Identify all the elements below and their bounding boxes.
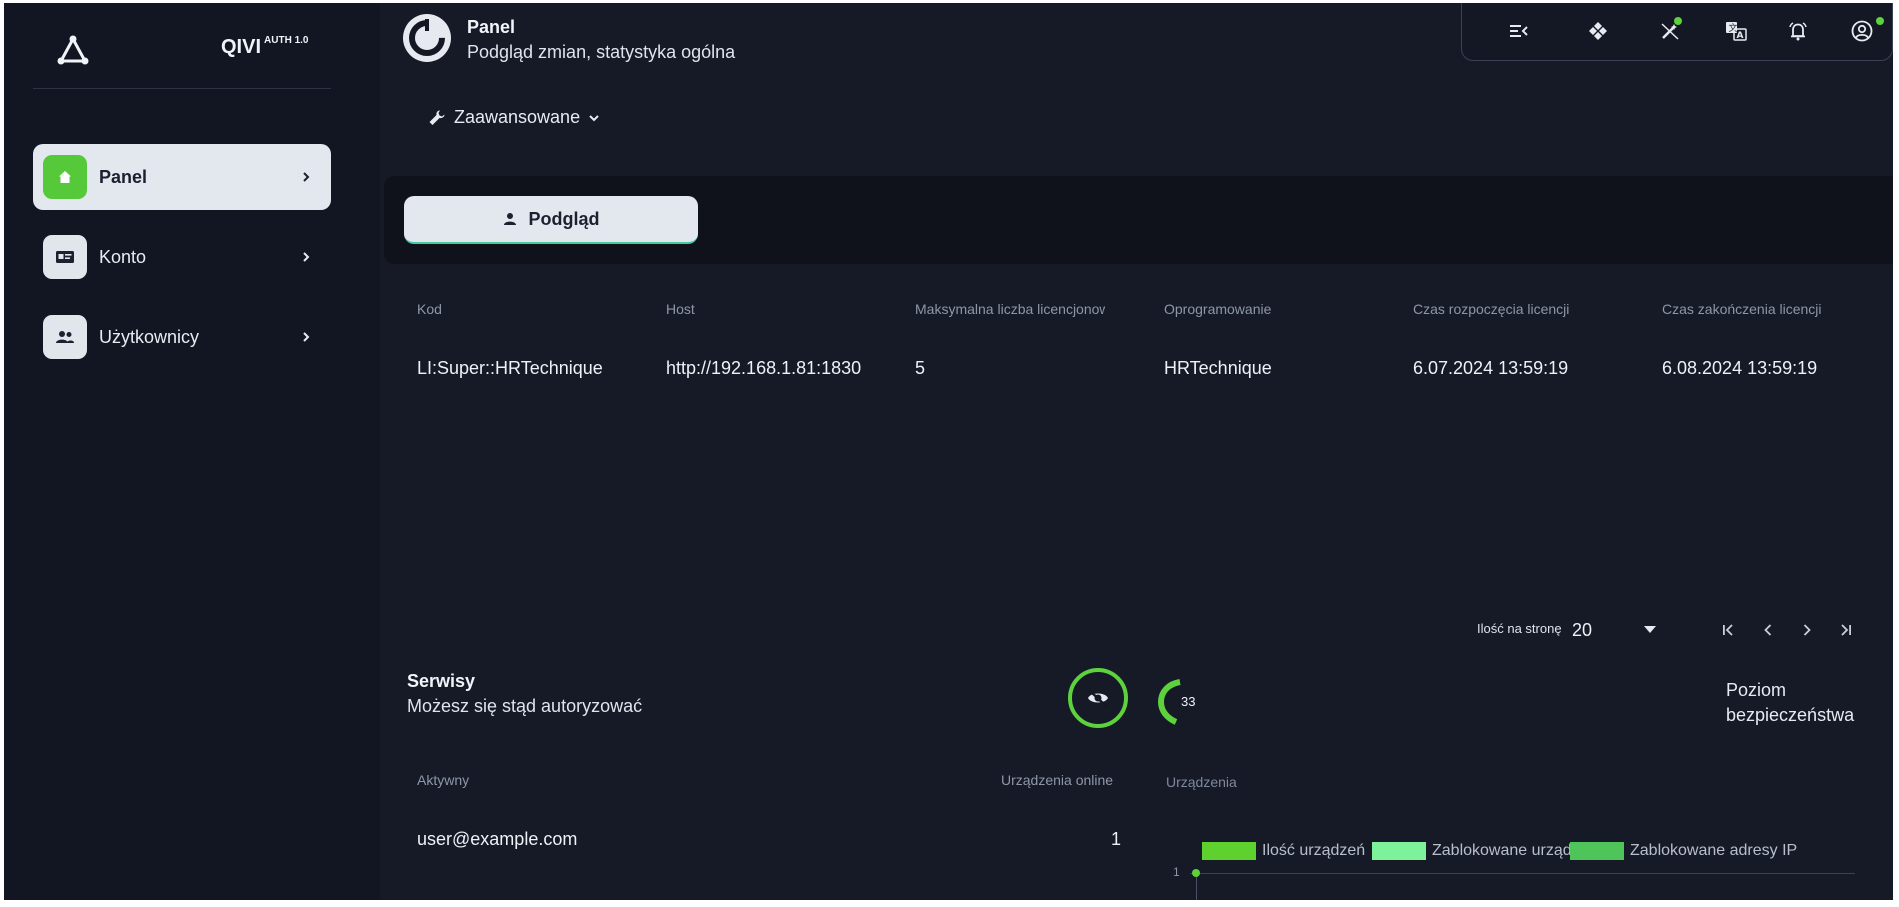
legend-label: Zablokowane adresy IP bbox=[1630, 842, 1798, 859]
security-ring-icon[interactable] bbox=[1067, 667, 1129, 729]
chevron-right-icon bbox=[303, 252, 310, 262]
tabs-bar: Podgląd bbox=[384, 176, 1893, 264]
gauge-value: 33 bbox=[1181, 694, 1196, 709]
legend-swatch bbox=[1570, 842, 1624, 860]
table-cell: LI:Super::HRTechnique bbox=[417, 358, 603, 378]
data-point bbox=[1192, 869, 1200, 877]
chevron-right-icon bbox=[303, 332, 310, 342]
table-cell: http://192.168.1.81:1830 bbox=[666, 358, 862, 378]
services-title: Serwisy bbox=[407, 671, 476, 691]
per-page-select[interactable]: 20 bbox=[1572, 617, 1656, 643]
legend-swatch bbox=[1202, 842, 1256, 860]
column-header[interactable]: Kod bbox=[417, 301, 637, 317]
page-subtitle: Podgląd zmian, statystyka ogólna bbox=[467, 42, 736, 62]
grid-line bbox=[1190, 873, 1855, 874]
legend-item[interactable]: Zablokowane adresy IP bbox=[1570, 842, 1797, 860]
sidebar-item-label: Użytkownicy bbox=[99, 326, 200, 347]
table-cell: 1 bbox=[1111, 829, 1122, 849]
page-title: Panel bbox=[467, 17, 516, 37]
sidebar-item-uzytkownicy[interactable]: Użytkownicy bbox=[33, 304, 331, 370]
app-window: QIVI AUTH 1.0 Panel Konto Użytkownicy Pa… bbox=[4, 3, 1893, 900]
svg-text:A: A bbox=[1737, 31, 1744, 41]
security-level-label: Poziom bezpieczeństwa bbox=[1726, 680, 1855, 725]
y-axis bbox=[1196, 873, 1197, 900]
menu-collapse-icon[interactable] bbox=[1506, 18, 1532, 44]
services-subtitle: Możesz się stąd autoryzować bbox=[407, 696, 643, 716]
advanced-dropdown[interactable]: Zaawansowane bbox=[428, 107, 600, 128]
diamond-grid-icon[interactable] bbox=[1585, 18, 1611, 44]
column-header[interactable]: Oprogramowanie bbox=[1164, 301, 1384, 317]
per-page-label: Ilość na stronę bbox=[1477, 621, 1562, 636]
brand-name: QIVI AUTH 1.0 bbox=[221, 35, 309, 58]
legend-label: Ilość urządzeń bbox=[1262, 842, 1366, 859]
first-page-icon[interactable] bbox=[1717, 619, 1739, 641]
column-header[interactable]: Aktywny bbox=[417, 772, 469, 788]
caret-down-icon bbox=[1644, 626, 1656, 633]
table-cell: 5 bbox=[915, 358, 926, 378]
next-page-icon[interactable] bbox=[1796, 619, 1818, 641]
prev-page-icon[interactable] bbox=[1757, 619, 1779, 641]
dashboard-gauge-icon bbox=[403, 14, 451, 62]
column-header[interactable]: Czas rozpoczęcia licencji bbox=[1413, 301, 1633, 317]
logo-icon[interactable] bbox=[54, 31, 92, 69]
tab-podglad[interactable]: Podgląd bbox=[404, 196, 698, 244]
table-cell: HRTechnique bbox=[1164, 358, 1272, 378]
translate-icon[interactable]: 文A bbox=[1723, 18, 1749, 44]
status-dot bbox=[1876, 17, 1884, 25]
home-icon bbox=[43, 155, 87, 199]
sidebar-item-label: Panel bbox=[99, 166, 148, 187]
per-page-value: 20 bbox=[1572, 619, 1593, 640]
sidebar-item-label: Konto bbox=[99, 246, 147, 267]
users-icon bbox=[43, 315, 87, 359]
chevron-right-icon bbox=[303, 172, 310, 182]
advanced-label: Zaawansowane bbox=[454, 107, 581, 127]
table-cell: user@example.com bbox=[417, 829, 578, 849]
table-cell: 6.08.2024 13:59:19 bbox=[1662, 358, 1818, 378]
sidebar-item-konto[interactable]: Konto bbox=[33, 224, 331, 290]
chevron-down-icon bbox=[589, 114, 599, 121]
top-toolbar: 文A bbox=[1461, 3, 1893, 61]
wrench-icon bbox=[429, 110, 445, 125]
sidebar-divider bbox=[33, 88, 331, 89]
y-tick-label: 1 bbox=[1173, 865, 1180, 879]
person-icon bbox=[503, 213, 516, 225]
status-dot bbox=[1674, 17, 1682, 25]
column-header[interactable]: Urządzenia online bbox=[1001, 772, 1113, 788]
legend-swatch bbox=[1372, 842, 1426, 860]
legend-item[interactable]: Ilość urządzeń bbox=[1202, 842, 1365, 860]
tab-label: Podgląd bbox=[528, 208, 600, 229]
id-card-icon bbox=[43, 235, 87, 279]
column-header[interactable]: Maksymalna liczba licencjonowanych bbox=[915, 301, 1105, 317]
devices-chart-title: Urządzenia bbox=[1166, 774, 1237, 790]
table-cell: 6.07.2024 13:59:19 bbox=[1413, 358, 1569, 378]
column-header[interactable]: Czas zakończenia licencji bbox=[1662, 301, 1882, 317]
sidebar-item-panel[interactable]: Panel bbox=[33, 144, 331, 210]
account-circle-icon[interactable] bbox=[1849, 18, 1875, 44]
main-content: Panel Podgląd zmian, statystyka ogólna 文… bbox=[380, 3, 1893, 900]
column-header[interactable]: Host bbox=[666, 301, 886, 317]
last-page-icon[interactable] bbox=[1835, 619, 1857, 641]
bell-icon[interactable] bbox=[1785, 18, 1811, 44]
sidebar: QIVI AUTH 1.0 Panel Konto Użytkownicy bbox=[4, 3, 380, 900]
